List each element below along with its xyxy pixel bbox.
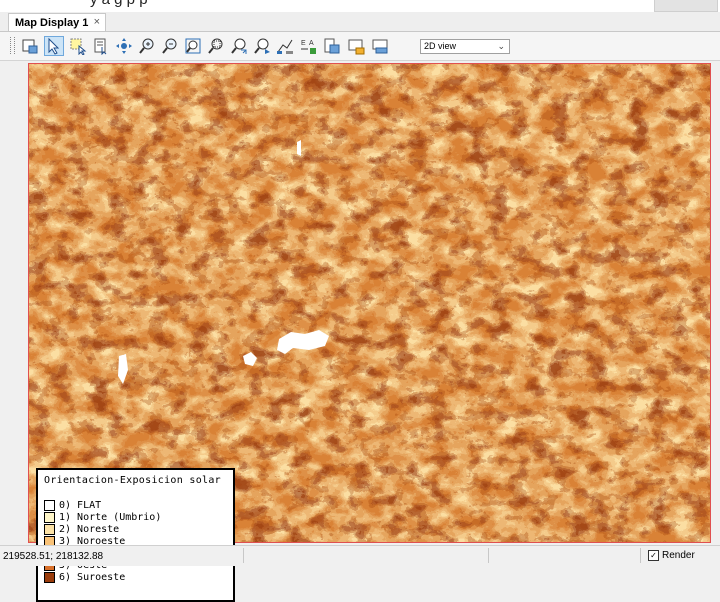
legend-item: 6) Suroeste [44, 571, 125, 583]
left-gutter [0, 61, 27, 545]
select-arrow-icon[interactable] [44, 36, 64, 56]
legend-title: Orientacion-Exposicion solar [44, 475, 221, 486]
tab-map-display-1[interactable]: Map Display 1 × [8, 13, 106, 31]
chevron-down-icon: ⌄ [497, 41, 505, 51]
zoom-in-icon[interactable] [137, 36, 157, 56]
toolbar-grip[interactable] [10, 37, 15, 54]
clipped-window-text: y a g p p [90, 0, 148, 8]
tab-label: Map Display 1 [15, 16, 89, 29]
zoom-previous-icon[interactable] [229, 36, 249, 56]
legend-label: 1) Norte (Umbrio) [59, 511, 162, 523]
cursor-coordinates: 219528.51; 218132.88 [3, 551, 104, 562]
legend-item: 2) Noreste [44, 523, 119, 535]
status-separator [488, 548, 489, 563]
select-rectangle-icon[interactable] [68, 36, 88, 56]
close-icon[interactable]: × [94, 16, 100, 28]
view-mode-selected: 2D view [424, 41, 457, 51]
legend-label: 6) Suroeste [59, 571, 126, 583]
measure-icon[interactable] [275, 36, 295, 56]
view-mode-select[interactable]: 2D view ⌄ [420, 39, 510, 54]
corner-window-control[interactable] [654, 0, 718, 12]
print-icon[interactable] [370, 36, 390, 56]
flat-area [297, 140, 301, 156]
render-toggle[interactable]: ✓ Render [648, 550, 695, 561]
map-display: Orientacion-Exposicion solar 0) FLAT 1) N… [0, 61, 720, 602]
legend-swatch [44, 511, 55, 523]
legend-swatch [44, 571, 55, 583]
legend-swatch [44, 499, 55, 511]
render-checkbox[interactable]: ✓ [648, 550, 659, 561]
export-icon[interactable] [346, 36, 366, 56]
map-legend: Orientacion-Exposicion solar 0) FLAT 1) N… [36, 468, 235, 602]
layer-add-icon[interactable] [322, 36, 342, 56]
legend-label: 2) Noreste [59, 523, 120, 535]
status-separator [640, 548, 641, 563]
legend-label: 0) FLAT [59, 499, 102, 511]
zoom-out-icon[interactable] [160, 36, 180, 56]
zoom-extent-icon[interactable] [183, 36, 203, 56]
pan-icon[interactable] [114, 36, 134, 56]
top-strip: y a g p p [0, 0, 720, 12]
legend-swatch [44, 523, 55, 535]
svg-text:A: A [309, 40, 314, 47]
svg-text:E: E [301, 40, 306, 47]
status-separator [243, 548, 244, 563]
info-icon[interactable] [91, 36, 111, 56]
add-text-icon[interactable]: EA [298, 36, 318, 56]
render-label: Render [662, 550, 695, 561]
legend-item: 0) FLAT [44, 499, 101, 511]
tab-bar: Map Display 1 × [0, 12, 720, 32]
zoom-next-icon[interactable] [252, 36, 272, 56]
layer-properties-icon[interactable] [20, 36, 40, 56]
zoom-box-icon[interactable] [206, 36, 226, 56]
legend-item: 1) Norte (Umbrio) [44, 511, 161, 523]
status-bar: 219528.51; 218132.88 ✓ Render [0, 545, 720, 566]
map-toolbar: EA 2D view ⌄ [0, 32, 720, 61]
